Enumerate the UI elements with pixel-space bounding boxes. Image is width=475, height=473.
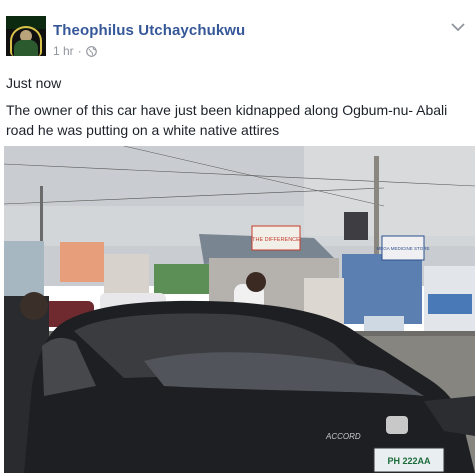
photo-scene: THE DIFFERENCE MEGA MEDICINE STORE ACCOR… bbox=[4, 146, 475, 473]
water-tank bbox=[344, 212, 368, 240]
man-head bbox=[246, 272, 266, 292]
sky-right bbox=[304, 146, 475, 236]
post-timestamp[interactable]: 1 hr bbox=[53, 44, 74, 58]
chevron-down-icon[interactable] bbox=[451, 22, 465, 32]
author-name-link[interactable]: Theophilus Utchaychukwu bbox=[53, 22, 245, 39]
post-text-line-2: The owner of this car have just been kid… bbox=[6, 102, 448, 138]
car-badge: ACCORD bbox=[325, 432, 361, 441]
green-stall bbox=[154, 264, 214, 294]
blue-shed bbox=[342, 254, 422, 324]
post-meta: 1 hr · bbox=[53, 44, 97, 58]
globe-icon[interactable] bbox=[85, 45, 97, 57]
water-packs-blue bbox=[428, 294, 472, 314]
post-card: Theophilus Utchaychukwu 1 hr · Just now … bbox=[0, 0, 475, 473]
shop-sign-left-text: THE DIFFERENCE bbox=[252, 237, 300, 243]
building-grey bbox=[104, 254, 149, 294]
avatar-figure-body bbox=[14, 40, 38, 56]
post-photo[interactable]: THE DIFFERENCE MEGA MEDICINE STORE ACCOR… bbox=[4, 146, 475, 473]
building-left bbox=[4, 241, 44, 301]
shop-sign-right-text: MEGA MEDICINE STORE bbox=[377, 246, 430, 251]
building-orange bbox=[60, 242, 104, 282]
author-avatar[interactable] bbox=[6, 16, 46, 56]
post-text-line-1: Just now bbox=[6, 75, 62, 91]
car-emblem bbox=[386, 416, 408, 434]
man-foreground-head bbox=[20, 292, 48, 320]
license-plate-text: PH 222AA bbox=[387, 456, 431, 466]
meta-separator: · bbox=[77, 44, 82, 58]
